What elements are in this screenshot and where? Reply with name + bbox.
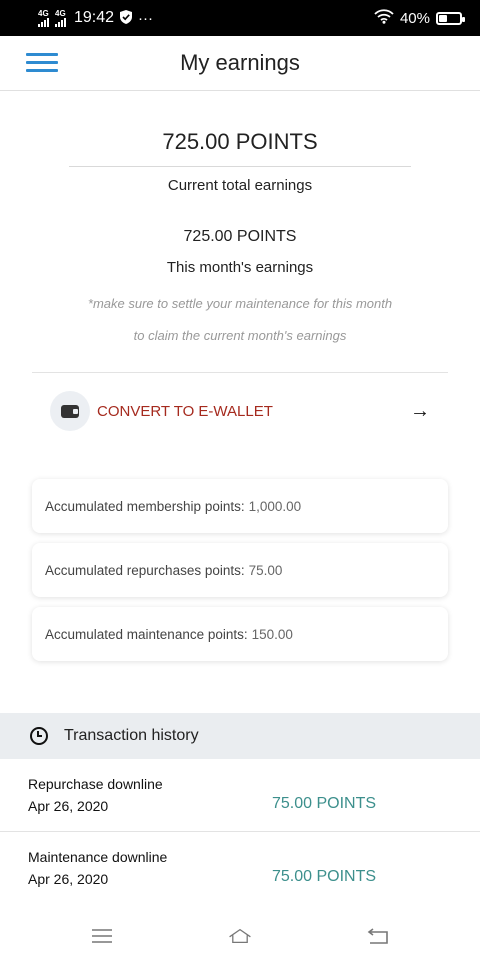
points-label: Accumulated membership points: <box>45 498 245 514</box>
maintenance-note: *make sure to settle your maintenance fo… <box>0 288 480 352</box>
transaction-name: Repurchase downline <box>28 776 163 792</box>
points-list: Accumulated membership points: 1,000.00 … <box>0 449 480 661</box>
menu-button[interactable] <box>26 53 58 75</box>
month-caption: This month's earnings <box>166 259 314 276</box>
status-time: 19:42 <box>74 9 115 26</box>
month-points: 725.00 POINTS <box>183 228 297 245</box>
membership-points-card: Accumulated membership points: 1,000.00 <box>32 479 448 533</box>
points-value: 75.00 <box>248 562 283 578</box>
divider <box>69 166 411 167</box>
note-line-1: *make sure to settle your maintenance fo… <box>87 296 393 311</box>
transaction-history-title: Transaction history <box>64 727 199 744</box>
total-points: 725.00 POINTS <box>162 129 318 154</box>
clock-icon <box>30 727 48 745</box>
maintenance-points-card: Accumulated maintenance points: 150.00 <box>32 607 448 661</box>
back-nav-button[interactable] <box>366 926 390 946</box>
system-nav-bar <box>0 912 480 960</box>
menu-lines-icon <box>92 929 112 943</box>
status-right: 40% <box>374 8 465 28</box>
transaction-amount: 75.00 POINTS <box>272 868 377 885</box>
home-icon <box>229 928 251 944</box>
transaction-amount: 75.00 POINTS <box>272 795 377 812</box>
home-nav-button[interactable] <box>228 926 252 946</box>
page-title: My earnings <box>180 50 300 75</box>
wifi-icon <box>374 8 394 28</box>
note-line-2: to claim the current month's earnings <box>133 328 347 343</box>
hamburger-icon <box>26 53 58 56</box>
menu-nav-button[interactable] <box>90 926 114 946</box>
transaction-row[interactable]: Maintenance downline Apr 26, 2020 75.00 … <box>0 832 480 905</box>
total-caption: Current total earnings <box>167 177 313 194</box>
points-label: Accumulated repurchases points: <box>45 562 245 578</box>
status-bar: 4G 4G 19:42 ··· 40% <box>0 0 480 36</box>
convert-label: CONVERT TO E-WALLET <box>97 402 273 420</box>
shield-icon <box>120 9 133 27</box>
earnings-summary: 725.00 POINTS Current total earnings 725… <box>0 91 480 373</box>
network-type-label: 4G <box>55 8 66 18</box>
network-type-label: 4G <box>38 8 49 18</box>
arrow-right-icon: → <box>410 399 430 422</box>
transaction-row[interactable]: Repurchase downline Apr 26, 2020 75.00 P… <box>0 759 480 832</box>
more-notifications-icon: ··· <box>138 9 154 27</box>
points-value: 1,000.00 <box>248 498 302 514</box>
transaction-date: Apr 26, 2020 <box>28 798 109 814</box>
signal-icon: 4G <box>38 8 49 27</box>
repurchase-points-card: Accumulated repurchases points: 75.00 <box>32 543 448 597</box>
transaction-history-header: Transaction history <box>0 713 480 759</box>
back-icon <box>367 928 388 944</box>
transaction-name: Maintenance downline <box>28 849 168 865</box>
convert-to-ewallet-button[interactable]: CONVERT TO E-WALLET → <box>0 373 480 449</box>
battery-icon <box>436 11 465 25</box>
wallet-icon-container <box>50 391 90 431</box>
points-value: 150.00 <box>251 626 293 642</box>
battery-percent: 40% <box>399 9 430 27</box>
wallet-icon <box>61 404 79 418</box>
app-bar: My earnings <box>0 36 480 91</box>
transaction-date: Apr 26, 2020 <box>28 871 109 887</box>
points-label: Accumulated maintenance points: <box>45 626 248 642</box>
status-left: 4G 4G 19:42 ··· <box>38 9 153 27</box>
signal-icon: 4G <box>55 8 66 27</box>
